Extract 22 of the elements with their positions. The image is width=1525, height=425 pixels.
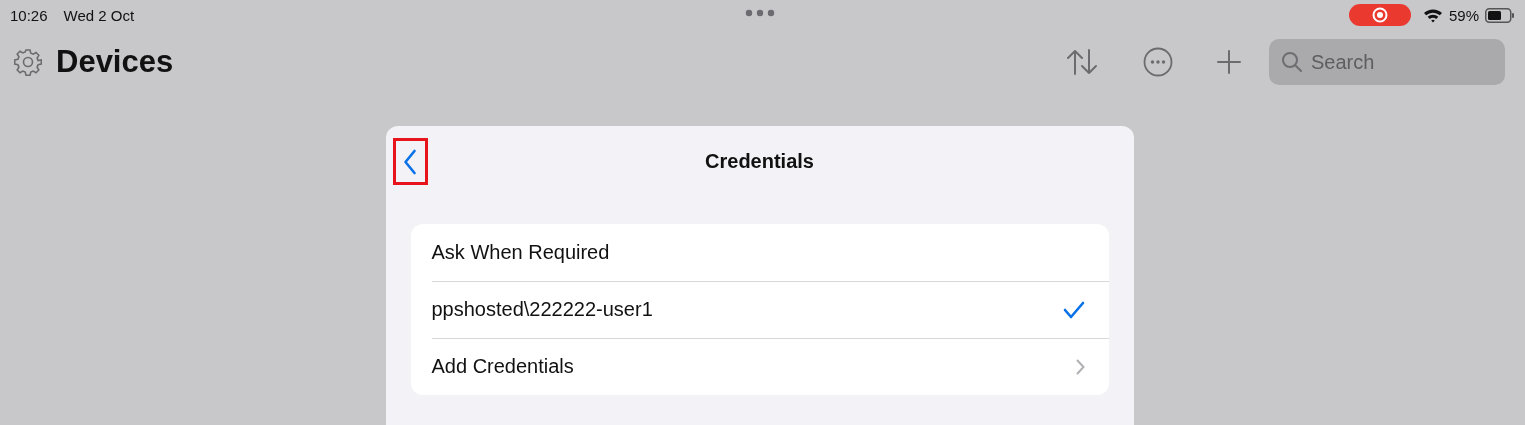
settings-icon[interactable] [14,48,42,76]
credential-row[interactable]: Ask When Required [410,224,1109,281]
screen-recording-indicator[interactable] [1348,4,1411,26]
search-field[interactable]: Search [1269,39,1505,85]
wifi-icon [1422,7,1443,23]
status-date: Wed 2 Oct [63,6,135,24]
page-title: Devices [56,44,174,80]
back-button[interactable] [392,138,428,185]
credential-row[interactable]: ppshosted\222222-user1 [410,281,1109,338]
chevron-right-icon [1075,358,1085,375]
credential-row[interactable]: Add Credentials [410,338,1109,395]
battery-icon [1485,7,1515,23]
back-chevron-icon [403,148,417,175]
more-icon[interactable] [1143,47,1173,77]
battery-percentage: 59% [1448,6,1479,24]
more-dots-icon [745,9,775,17]
status-time: 10:26 [10,6,48,24]
sort-icon[interactable] [1065,48,1099,76]
record-icon [1371,7,1388,23]
sheet-title: Credentials [705,150,814,173]
search-icon [1281,51,1303,73]
add-icon[interactable] [1217,50,1241,74]
